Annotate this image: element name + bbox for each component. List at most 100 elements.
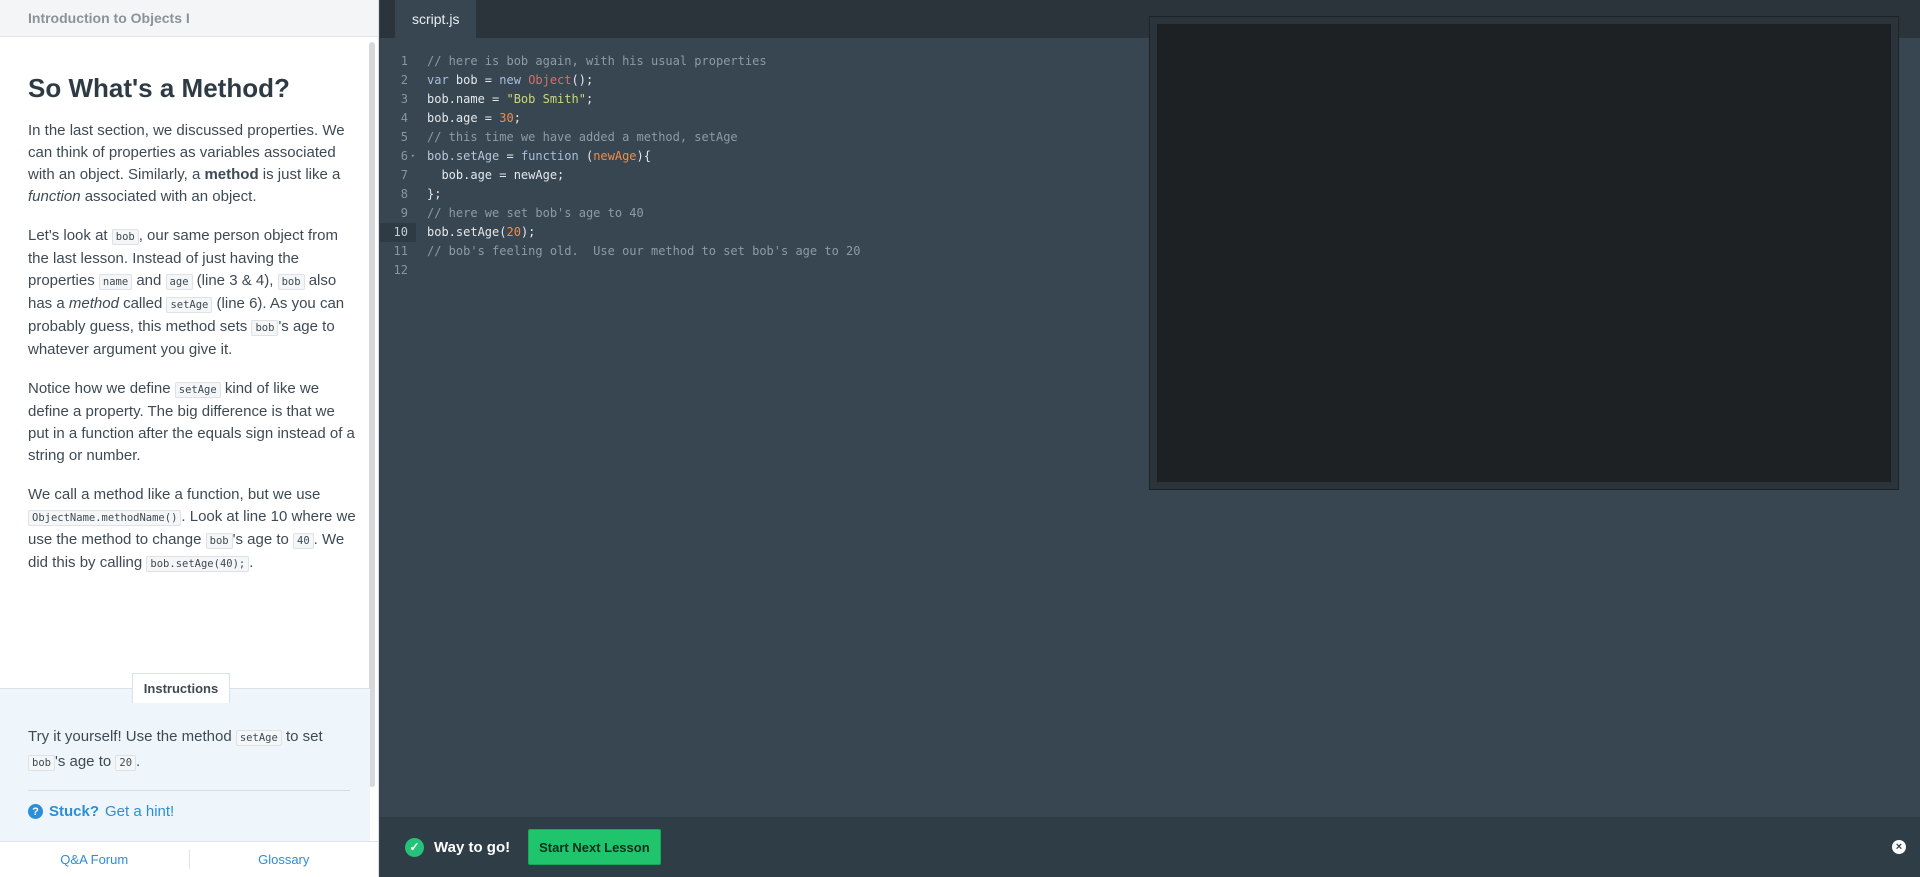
check-circle-icon: ✓ — [405, 837, 424, 857]
fold-arrow-icon[interactable]: ▾ — [411, 147, 415, 166]
lesson-paragraph-3: Notice how we define setAge kind of like… — [28, 378, 358, 467]
hint-stuck-label[interactable]: Stuck? — [49, 803, 99, 820]
code-text[interactable]: var bob = new Object(); — [416, 71, 593, 90]
line-number: 4 — [400, 111, 408, 125]
code-line-active[interactable]: 10 bob.setAge(20); — [380, 223, 1120, 242]
line-number: 12 — [393, 263, 408, 277]
code-text[interactable]: // this time we have added a method, set… — [416, 128, 738, 147]
code-text[interactable]: // here is bob again, with his usual pro… — [416, 52, 767, 71]
token: ; — [513, 111, 521, 125]
line-number: 11 — [393, 244, 408, 258]
line-number: 3 — [400, 92, 408, 106]
line-number: 1 — [400, 54, 408, 68]
code-line[interactable]: 6 ▾ bob.setAge = function (newAge){ — [380, 147, 1120, 166]
code-line[interactable]: 2 var bob = new Object(); — [380, 71, 1120, 90]
code-line[interactable]: 3 bob.name = "Bob Smith"; — [380, 90, 1120, 109]
code-line[interactable]: 9 // here we set bob's age to 40 — [380, 204, 1120, 223]
inline-code: name — [98, 274, 133, 290]
token: 30 — [499, 111, 514, 125]
lesson-scrollbar[interactable] — [369, 42, 375, 787]
line-number-text: 6 — [400, 149, 408, 163]
token: (); — [571, 73, 594, 87]
token: function — [520, 149, 579, 163]
code-text[interactable]: bob.setAge = function (newAge){ — [416, 147, 651, 166]
code-text[interactable] — [416, 261, 427, 280]
instructions-panel: Try it yourself! Use the method setAge t… — [0, 688, 370, 841]
code-text[interactable]: // here we set bob's age to 40 — [416, 204, 644, 223]
token: ( — [578, 149, 594, 163]
text: Let's look at — [28, 227, 112, 244]
text: . — [136, 753, 141, 770]
text: called — [118, 295, 167, 312]
inline-code: age — [165, 274, 193, 290]
inline-code: 20 — [115, 755, 137, 771]
line-number: 5 — [400, 130, 408, 144]
hint-row[interactable]: ? Stuck? Get a hint! — [28, 790, 350, 820]
token: Object — [528, 73, 572, 87]
start-next-lesson-button[interactable]: Start Next Lesson — [528, 829, 661, 865]
code-line[interactable]: 7 bob.age = newAge; — [380, 166, 1120, 185]
code-text[interactable]: bob.setAge(20); — [416, 223, 535, 242]
italic-text: function — [28, 188, 81, 205]
instructions-tab[interactable]: Instructions — [132, 673, 230, 703]
code-line[interactable]: 8}; — [380, 185, 1120, 204]
inline-code: setAge — [166, 297, 213, 313]
token: 20 — [506, 225, 521, 239]
text: Try it yourself! Use the method — [28, 728, 236, 745]
text: 's age to — [54, 753, 116, 770]
token: ); — [520, 225, 536, 239]
qa-forum-link[interactable]: Q&A Forum — [0, 842, 189, 877]
token: new — [499, 73, 521, 87]
close-icon[interactable]: × — [1892, 840, 1906, 854]
code-text[interactable]: }; — [416, 185, 441, 204]
line-number: 10 — [380, 223, 416, 242]
code-line[interactable]: 12 — [380, 261, 1120, 280]
output-panel — [1149, 16, 1899, 490]
editor-pane: script.js 1 // here is bob again, with hi… — [380, 0, 1920, 877]
inline-code: setAge — [174, 382, 221, 398]
glossary-link[interactable]: Glossary — [190, 842, 379, 877]
text: 's age to — [232, 531, 294, 548]
code-text[interactable]: bob.age = newAge; — [416, 166, 564, 185]
text: associated with an object. — [80, 188, 257, 205]
tab-script-js[interactable]: script.js — [395, 0, 477, 38]
get-hint-link[interactable]: Get a hint! — [105, 803, 174, 820]
token: ; — [585, 92, 594, 106]
inline-code: bob — [28, 755, 55, 771]
inline-code: 40 — [293, 533, 314, 549]
code-text[interactable]: bob.name = "Bob Smith"; — [416, 90, 593, 109]
text: . — [249, 554, 254, 571]
line-number: 8 — [400, 187, 408, 201]
token: bob.setAge — [427, 149, 500, 163]
line-number: 7 — [400, 168, 408, 182]
code-line[interactable]: 1 // here is bob again, with his usual pr… — [380, 52, 1120, 71]
text: Notice how we define — [28, 380, 175, 397]
code-editor[interactable]: 1 // here is bob again, with his usual pr… — [380, 52, 1120, 280]
question-circle-icon[interactable]: ? — [28, 804, 43, 819]
code-text[interactable]: bob.age = 30; — [416, 109, 521, 128]
code-text[interactable]: // bob's feeling old. Use our method to … — [416, 242, 860, 261]
lesson-paragraph-1: In the last section, we discussed proper… — [28, 120, 358, 208]
success-message: Way to go! — [434, 838, 511, 856]
token: ){ — [636, 149, 651, 163]
inline-code: setAge — [235, 730, 282, 746]
code-line[interactable]: 4 bob.age = 30; — [380, 109, 1120, 128]
line-number: 9 — [400, 206, 408, 220]
app: Introduction to Objects I So What's a Me… — [0, 0, 1920, 877]
token: newAge — [593, 149, 637, 163]
text: is just like a — [258, 166, 341, 183]
inline-code: bob — [111, 229, 139, 245]
code-line[interactable]: 11 // bob's feeling old. Use our method t… — [380, 242, 1120, 261]
token: bob.age = — [427, 111, 500, 125]
text: (line 3 & 4), — [192, 272, 278, 289]
lesson-footer: Q&A Forum Glossary — [0, 841, 378, 877]
token: "Bob Smith" — [506, 92, 586, 106]
text: to set — [281, 728, 323, 745]
course-title: Introduction to Objects I — [0, 0, 378, 37]
inline-code: bob — [277, 274, 305, 290]
bold-text: method — [204, 166, 259, 183]
code-line[interactable]: 5 // this time we have added a method, se… — [380, 128, 1120, 147]
token: bob = — [448, 73, 500, 87]
line-number: 2 — [400, 73, 408, 87]
token: bob.setAge( — [427, 225, 507, 239]
